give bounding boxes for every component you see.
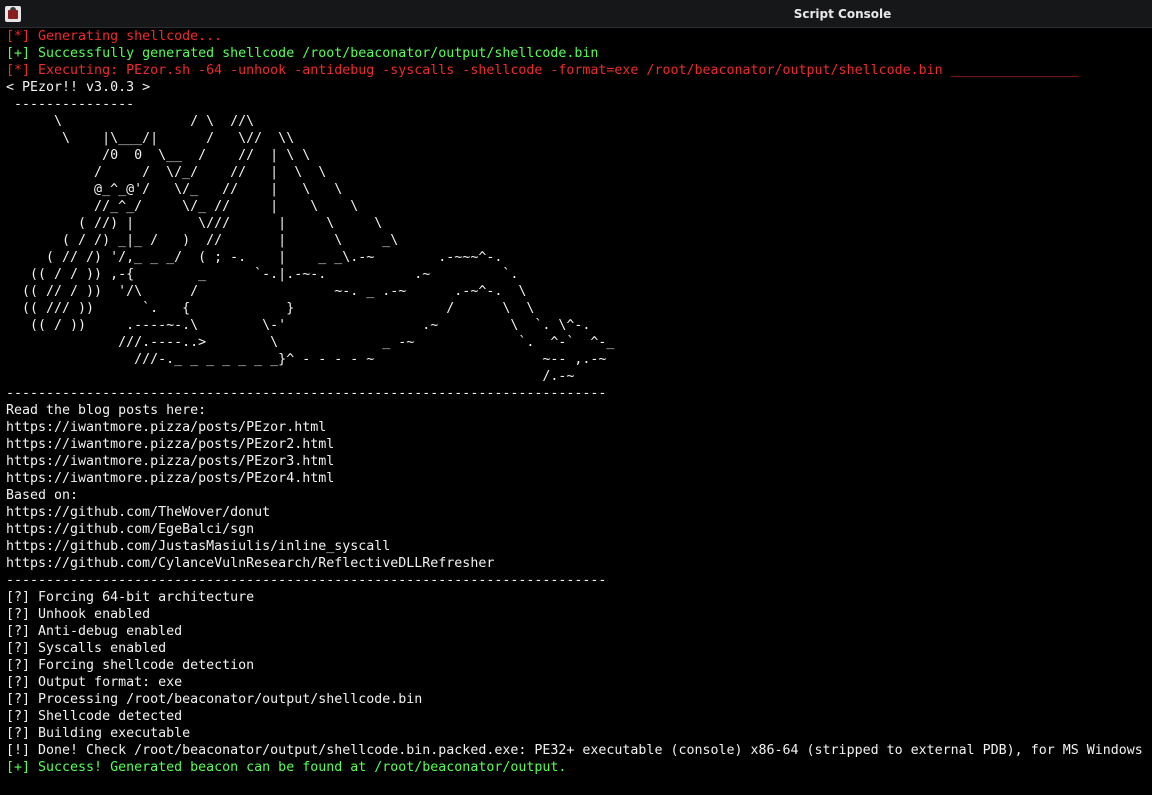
script-console-window: Script Console [*] Generating shellcode.…	[0, 0, 1152, 795]
console-line: (( // / )) '/\ / ~-. _ .-~ .-~^-. \	[6, 284, 527, 299]
console-line: https://github.com/JustasMasiulis/inline…	[6, 539, 391, 554]
console-line: [*] Generating shellcode...	[6, 29, 223, 44]
console-line: [?] Syscalls enabled	[6, 641, 167, 656]
window-title: Script Console	[793, 7, 892, 21]
script-console-app-icon[interactable]	[5, 6, 21, 22]
console-line: ( / /) _|_ / ) // | \ _\	[6, 233, 399, 248]
console-line: / / \/_/ // | \ \	[6, 165, 327, 180]
console-line: https://github.com/TheWover/donut	[6, 505, 271, 520]
console-line: //_^_/ \/_ // | \ \	[6, 199, 359, 214]
console-line: https://github.com/CylanceVulnResearch/R…	[6, 556, 495, 571]
console-line: \ |\___/| / \// \\	[6, 131, 295, 146]
console-line: [?] Building executable	[6, 726, 191, 741]
console-line: [?] Unhook enabled	[6, 607, 151, 622]
console-line: [+] Success! Generated beacon can be fou…	[6, 760, 567, 775]
console-line: @_^_@'/ \/_ // | \ \	[6, 182, 343, 197]
console-line: Read the blog posts here:	[6, 403, 207, 418]
console-line: [?] Output format: exe	[6, 675, 183, 690]
console-line: ----------------------------------------…	[6, 573, 607, 588]
console-line: https://iwantmore.pizza/posts/PEzor2.htm…	[6, 437, 335, 452]
console-line: https://iwantmore.pizza/posts/PEzor.html	[6, 420, 327, 435]
console-line: https://iwantmore.pizza/posts/PEzor4.htm…	[6, 471, 335, 486]
console-line: https://iwantmore.pizza/posts/PEzor3.htm…	[6, 454, 335, 469]
console-line: [!] Done! Check /root/beaconator/output/…	[6, 743, 1143, 758]
console-line: [*] Executing: PEzor.sh -64 -unhook -ant…	[6, 63, 1079, 78]
console-line: [?] Anti-debug enabled	[6, 624, 183, 639]
console-line: ---------------	[6, 97, 135, 112]
console-line: /.-~	[6, 369, 575, 384]
title-bar[interactable]: Script Console	[0, 0, 1152, 28]
console-line: ///-._ _ _ _ _ _ _}^ - - - - ~ ~-- ,.-~	[6, 352, 607, 367]
console-line: (( /// )) `. { } / \ \	[6, 301, 535, 316]
app-icon-body	[8, 10, 18, 19]
console-line: (( / )) .----~-.\ \-' .~ \ `. \^-.	[6, 318, 591, 333]
console-line: https://github.com/EgeBalci/sgn	[6, 522, 255, 537]
console-line: [?] Forcing shellcode detection	[6, 658, 255, 673]
console-line: ( // /) '/,_ _ _/ ( ; -. | _ _\.-~ .-~~~…	[6, 250, 503, 265]
console-line: Based on:	[6, 488, 79, 503]
console-line: ----------------------------------------…	[6, 386, 607, 401]
console-line: \ / \ //\	[6, 114, 255, 129]
console-line: [?] Shellcode detected	[6, 709, 183, 724]
console-line: /0 0 \__ / // | \ \	[6, 148, 311, 163]
console-line: ///.----..> \ _ -~ `. ^-` ^-_	[6, 335, 615, 350]
console-line: [?] Processing /root/beaconator/output/s…	[6, 692, 423, 707]
console-output[interactable]: [*] Generating shellcode... [+] Successfu…	[0, 28, 1152, 795]
console-line: < PEzor!! v3.0.3 >	[6, 80, 151, 95]
console-line: [+] Successfully generated shellcode /ro…	[6, 46, 599, 61]
console-line: ( //) | \/// | \ \	[6, 216, 383, 231]
console-line: (( / / )) ,-{ _ `-.|.-~-. .~ `.	[6, 267, 519, 282]
console-line: [?] Forcing 64-bit architecture	[6, 590, 255, 605]
